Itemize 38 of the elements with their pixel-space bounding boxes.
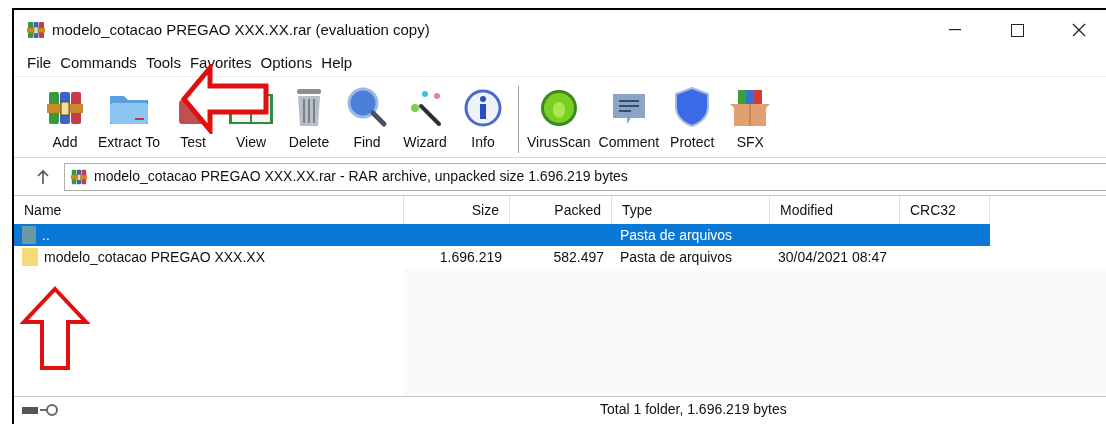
toolbar-button[interactable]: Extract To <box>94 88 164 153</box>
archive-books-icon <box>70 167 88 186</box>
table-cell-text: 30/04/2021 08:47 <box>778 247 887 267</box>
address-field[interactable]: modelo_cotacao PREGAO XXX.XX.rar - RAR archive, unpacked size 1.696.219 bytes <box>64 162 1106 191</box>
table-cell-text: Pasta de arquivos <box>620 225 733 245</box>
table-cell-text: 1.696.219 <box>439 247 502 267</box>
toolbar-button[interactable]: SFX <box>721 88 780 153</box>
menu-item[interactable]: Favorites <box>186 51 255 75</box>
close-icon <box>1072 23 1086 37</box>
toolbar-button[interactable]: VirusScan <box>523 88 595 153</box>
status-text: Total 1 folder, 1.696.219 bytes <box>600 400 787 419</box>
file-row[interactable]: modelo_cotacao PREGAO XXX.XX 1.696.219 582.497 Pasta de arquivos 30/04/2021 08:47 <box>14 246 990 268</box>
toolbar-button[interactable]: Wizard <box>396 88 454 153</box>
toolbar-button[interactable]: Add <box>36 88 94 153</box>
toolbar-button[interactable]: Protect <box>663 86 722 153</box>
app-icon <box>26 20 46 40</box>
menu-item[interactable]: Commands <box>57 51 140 75</box>
toolbar-button[interactable]: Comment <box>594 88 664 153</box>
table-cell-text: modelo_cotacao PREGAO XXX.XX <box>44 247 265 267</box>
up-arrow-icon[interactable] <box>36 168 50 185</box>
toolbar-button[interactable]: Info <box>454 88 512 153</box>
magnifier-icon <box>346 86 388 128</box>
parent-folder-icon <box>22 226 36 244</box>
table-cell-text: Pasta de arquivos <box>620 247 733 267</box>
menu-item[interactable]: File <box>24 51 55 75</box>
menu-item[interactable]: Tools <box>142 51 184 75</box>
menu-item[interactable]: Help <box>318 51 356 75</box>
file-row[interactable]: .. Pasta de arquivos <box>14 224 990 246</box>
toolbar-button[interactable]: Delete <box>280 86 338 153</box>
info-icon <box>463 88 503 128</box>
table-cell-text: .. <box>42 225 50 245</box>
minimize-icon <box>949 29 961 31</box>
window-title: modelo_cotacao PREGAO XXX.XX.rar (evaluation copy) <box>52 19 430 40</box>
folder-icon <box>22 248 38 266</box>
table-cell-text: 582.497 <box>553 247 604 267</box>
menu-item[interactable]: Options <box>257 51 316 75</box>
toolbar-button[interactable]: Find <box>338 86 396 153</box>
maximize-icon <box>1010 23 1024 37</box>
